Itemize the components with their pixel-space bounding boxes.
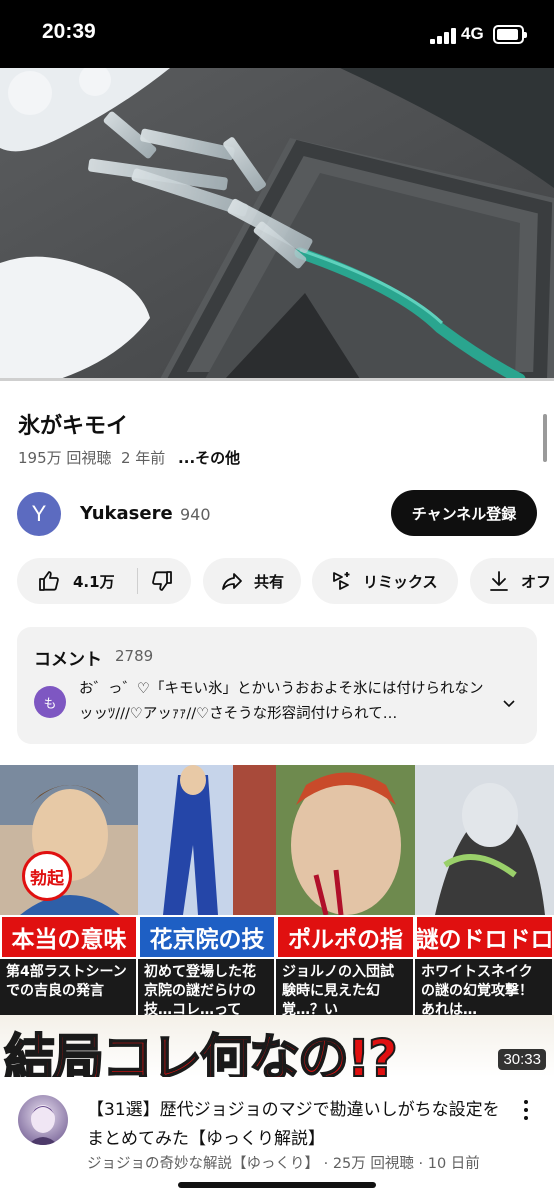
panel-sub-2: 初めて登場した花京院の謎だらけの技…コレ…って	[138, 959, 276, 1015]
video-player[interactable]	[0, 68, 554, 379]
comments-count: 2789	[115, 647, 154, 665]
download-button[interactable]: オフ	[470, 558, 554, 604]
share-icon	[222, 573, 242, 590]
download-label: オフ	[521, 572, 552, 591]
recommended-video-title[interactable]: 【31選】歴代ジョジョのマジで勘違いしがちな設定をまとめてみた【ゆっくり解説】	[87, 1096, 507, 1154]
panel-sub-4: ホワイトスネイクの謎の幻覚攻撃！あれは…	[415, 959, 554, 1015]
channel-name[interactable]: Yukasere	[80, 503, 173, 524]
status-time: 20:39	[42, 20, 96, 43]
scrollbar[interactable]	[543, 414, 547, 462]
thumbs-up-icon	[39, 571, 59, 591]
channel-avatar[interactable]: Y	[17, 492, 61, 536]
panel-sub-1: 第4部ラストシーンでの吉良の発言	[0, 959, 138, 1015]
remix-label: リミックス	[363, 572, 438, 591]
panel-3-artwork	[276, 765, 415, 915]
thumb-headline: 結局コレ何なの!?	[3, 1029, 399, 1077]
status-bar: 20:39 4G	[0, 0, 554, 68]
panel-label-4: 謎のドロドロ	[415, 915, 554, 959]
share-label: 共有	[254, 572, 285, 591]
battery-icon	[493, 25, 527, 44]
dislike-button[interactable]	[138, 569, 174, 593]
panel-label-2: 花京院の技	[138, 915, 276, 959]
subscribe-button[interactable]: チャンネル登録	[391, 490, 537, 536]
panel-2-artwork	[138, 765, 276, 915]
video-frame-image	[0, 68, 554, 379]
recommended-video-thumbnail[interactable]: 勃起 本当の意味 花京院の技 ポルポの指 謎のドロドロ 第4部ラストシーンでの吉…	[0, 765, 554, 1077]
panel-1-artwork	[0, 765, 138, 915]
cellular-signal-icon	[430, 28, 456, 44]
view-count: 195万 回視聴	[18, 449, 112, 467]
more-options-icon[interactable]	[520, 1098, 532, 1122]
share-button[interactable]: 共有	[203, 558, 301, 604]
video-progress-bar[interactable]	[0, 378, 554, 381]
thumb-headline-band: 結局コレ何なの!?	[0, 1015, 554, 1077]
top-comment-text: お゛っ゛♡「キモい氷」とかいうおおよそ氷には付けられなンッッﾂ///♡アッｧｧ/…	[79, 681, 484, 722]
thumbs-down-icon	[152, 571, 172, 591]
like-button[interactable]: 4.1万	[17, 569, 137, 593]
download-icon	[490, 571, 508, 591]
recommended-channel-avatar[interactable]	[18, 1095, 68, 1145]
panel-label-3: ポルポの指	[276, 915, 415, 959]
network-type: 4G	[461, 24, 484, 43]
recommended-channel-avatar-image	[28, 1105, 58, 1145]
upload-age: 2 年前	[120, 449, 166, 467]
subscriber-count: 940	[180, 505, 211, 524]
thumb-badge: 勃起	[22, 851, 72, 901]
panel-sub-3: ジョルノの入団試験時に見えた幻覚…？い	[276, 959, 415, 1015]
chevron-down-icon[interactable]	[501, 695, 517, 711]
video-title: 氷がキモイ	[18, 414, 129, 439]
comments-card[interactable]: コメント 2789 も お゛っ゛♡「キモい氷」とかいうおおよそ氷には付けられなン…	[17, 627, 537, 744]
remix-button[interactable]: リミックス	[312, 558, 458, 604]
panel-4-artwork	[415, 765, 554, 915]
video-duration-badge: 30:33	[498, 1049, 546, 1070]
recommended-video-meta: ジョジョの奇妙な解説【ゆっくり】 · 25万 回視聴 · 10 日前	[87, 1156, 480, 1172]
like-dislike-group: 4.1万	[17, 558, 191, 604]
home-indicator[interactable]	[178, 1182, 376, 1188]
panel-label-1: 本当の意味	[0, 915, 138, 959]
video-meta[interactable]: 195万 回視聴 2 年前 ...その他	[18, 447, 240, 468]
like-count: 4.1万	[73, 572, 115, 591]
commenter-avatar: も	[34, 686, 66, 718]
comments-header: コメント	[34, 650, 102, 670]
remix-icon	[333, 572, 350, 590]
more-description-button[interactable]: ...その他	[178, 449, 240, 467]
